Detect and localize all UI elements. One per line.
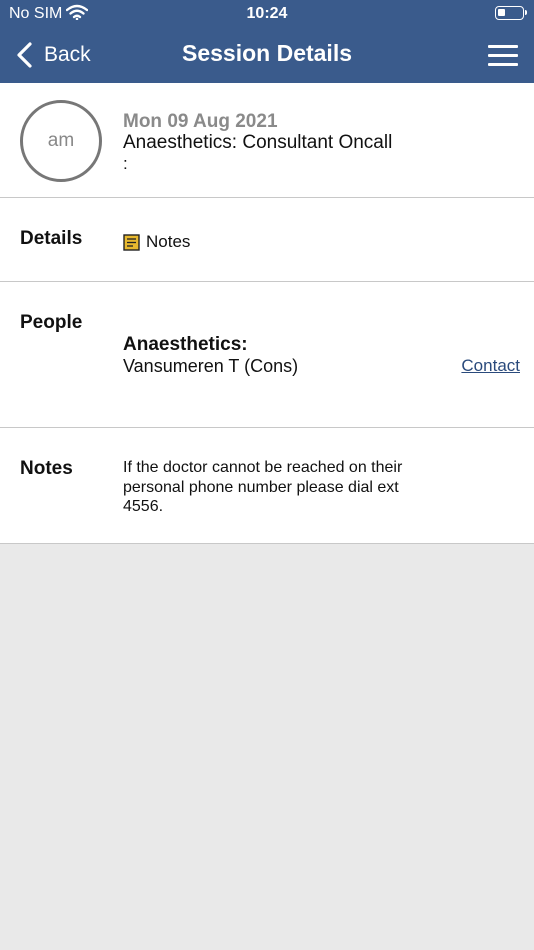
- battery-level: [498, 9, 505, 16]
- notes-text: If the doctor cannot be reached on their…: [123, 459, 403, 515]
- people-role: Anaesthetics:: [123, 334, 248, 355]
- navigation-bar: No SIM 10:24 Back Session Details: [0, 0, 534, 83]
- hamburger-menu-icon[interactable]: [488, 45, 518, 67]
- status-time: 10:24: [246, 5, 288, 22]
- notes-label: Notes: [20, 458, 73, 479]
- session-date: Mon 09 Aug 2021: [123, 111, 278, 132]
- notes-link[interactable]: Notes: [123, 232, 190, 252]
- session-details-content: am Mon 09 Aug 2021 Anaesthetics: Consult…: [0, 83, 534, 544]
- contact-link[interactable]: Contact: [461, 356, 520, 376]
- session-header: am Mon 09 Aug 2021 Anaesthetics: Consult…: [0, 83, 534, 198]
- note-icon: [123, 233, 140, 251]
- person-name: Vansumeren T (Cons): [123, 356, 299, 376]
- session-subtitle: :: [123, 154, 128, 173]
- avatar-text: am: [47, 130, 75, 151]
- session-title: Anaesthetics: Consultant Oncall: [123, 132, 393, 153]
- battery-icon: [495, 6, 524, 20]
- details-section: Details Notes: [0, 198, 534, 282]
- notes-link-label: Notes: [146, 232, 191, 251]
- status-bar: No SIM 10:24: [0, 0, 534, 28]
- details-label: Details: [20, 228, 83, 249]
- people-section: People Anaesthetics: Vansumeren T (Cons)…: [0, 282, 534, 428]
- notes-section: Notes If the doctor cannot be reached on…: [0, 428, 534, 544]
- people-label: People: [20, 312, 83, 333]
- page-title: Session Details: [181, 40, 353, 66]
- avatar: am: [20, 100, 102, 182]
